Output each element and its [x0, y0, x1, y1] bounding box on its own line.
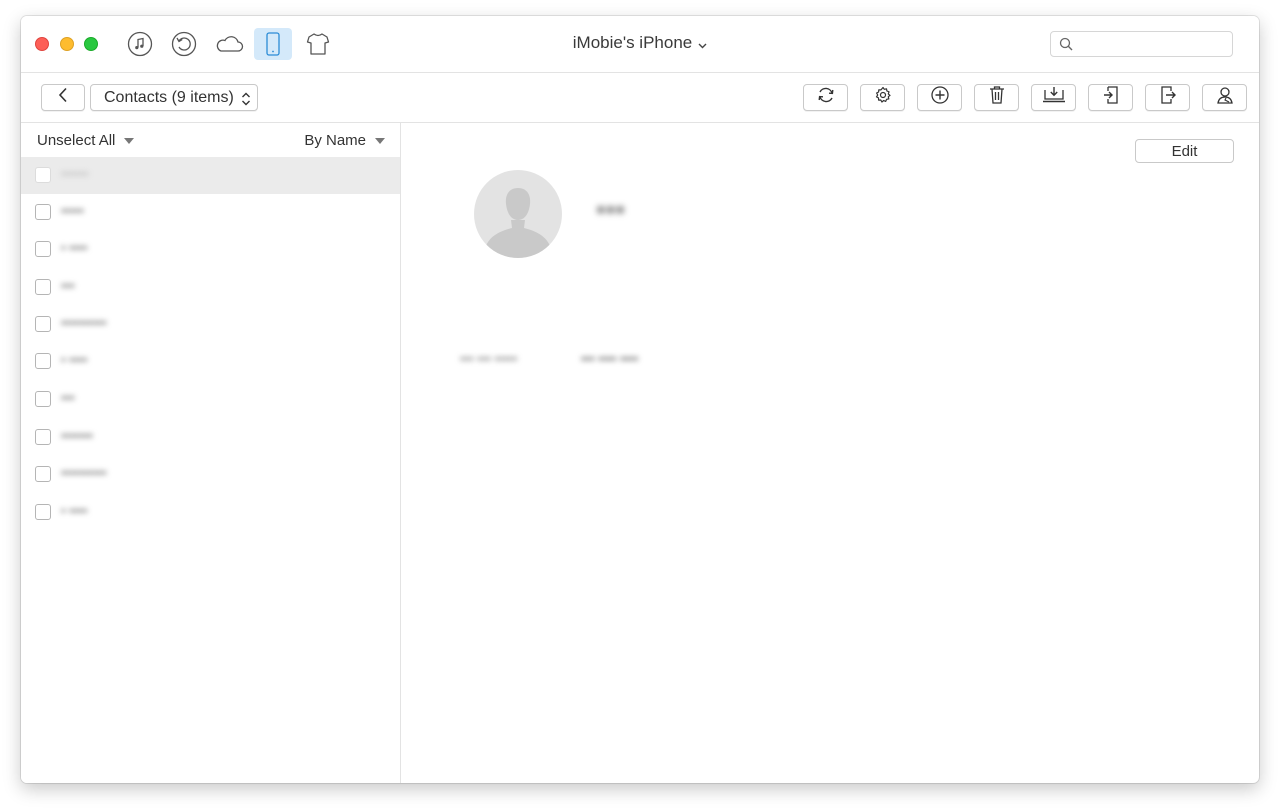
import-icon — [1102, 85, 1120, 110]
category-label: Contacts (9 items) — [104, 88, 234, 106]
contact-row[interactable]: •••••••••• — [21, 456, 400, 493]
import-button[interactable] — [1088, 84, 1133, 111]
contact-name: •••••••••• — [61, 315, 107, 330]
contact-name: ••• — [61, 278, 75, 293]
add-button[interactable] — [917, 84, 962, 111]
contact-row[interactable]: • •••• — [21, 343, 400, 380]
contact-detail-name: ••• — [597, 197, 627, 222]
contact-row[interactable]: • •••• — [21, 494, 400, 531]
edit-label: Edit — [1171, 142, 1198, 160]
contact-button[interactable] — [1202, 84, 1247, 111]
refresh-icon — [816, 85, 836, 110]
row-checkbox[interactable] — [35, 353, 51, 369]
row-checkbox[interactable] — [35, 167, 51, 183]
up-down-chevron-icon — [241, 91, 251, 112]
contact-row[interactable]: •••••• — [21, 157, 400, 194]
contact-icon — [1216, 85, 1234, 110]
row-checkbox[interactable] — [35, 279, 51, 295]
contact-row[interactable]: • •••• — [21, 231, 400, 268]
dropdown-triangle-icon[interactable] — [124, 138, 134, 144]
sort-label: By Name — [304, 132, 366, 149]
edit-button[interactable]: Edit — [1135, 139, 1234, 163]
contact-row[interactable]: ••••••• — [21, 419, 400, 456]
contact-name: • •••• — [61, 352, 88, 367]
contact-name: • •••• — [61, 503, 88, 518]
phone-label: ••• ••• ••••• — [460, 351, 518, 366]
list-header: Unselect All By Name — [21, 123, 400, 157]
chevron-down-icon — [698, 34, 707, 54]
settings-button[interactable] — [860, 84, 905, 111]
device-name: iMobie's iPhone — [572, 33, 693, 52]
download-to-computer-button[interactable] — [1031, 84, 1076, 111]
dropdown-triangle-icon[interactable] — [375, 138, 385, 144]
row-checkbox[interactable] — [35, 391, 51, 407]
row-checkbox[interactable] — [35, 504, 51, 520]
app-window: iMobie's iPhone Contacts (9 items) Unsel… — [21, 16, 1259, 783]
export-button[interactable] — [1145, 84, 1190, 111]
contact-list-pane: Unselect All By Name •••••• ••••• • ••••… — [21, 123, 401, 783]
contact-name: ••• — [61, 390, 75, 405]
delete-button[interactable] — [974, 84, 1019, 111]
search-icon — [1059, 37, 1073, 56]
trash-icon — [988, 85, 1006, 110]
unselect-all-dropdown[interactable]: Unselect All — [37, 132, 115, 149]
chevron-left-icon — [58, 87, 68, 108]
export-icon — [1159, 85, 1177, 110]
contact-name: ••••• — [61, 203, 84, 218]
contact-row[interactable]: ••• — [21, 269, 400, 306]
unselect-all-label: Unselect All — [37, 132, 116, 149]
toolbar: Contacts (9 items) — [21, 73, 1259, 123]
category-select[interactable]: Contacts (9 items) — [90, 84, 258, 111]
contact-name: • •••• — [61, 240, 88, 255]
add-icon — [930, 85, 950, 110]
back-button[interactable] — [41, 84, 85, 111]
download-to-computer-icon — [1042, 86, 1066, 109]
sort-dropdown[interactable]: By Name — [304, 132, 366, 149]
gear-icon — [874, 86, 892, 109]
row-checkbox[interactable] — [35, 316, 51, 332]
phone-value: ••• •••• •••• — [581, 351, 639, 366]
contact-name: •••••••••• — [61, 465, 107, 480]
contact-name: •••••• — [61, 166, 89, 181]
search-field[interactable] — [1050, 31, 1233, 57]
contact-name: ••••••• — [61, 428, 93, 443]
title-bar: iMobie's iPhone — [21, 16, 1259, 73]
search-input[interactable] — [1079, 34, 1231, 56]
contact-row[interactable]: ••• — [21, 381, 400, 418]
contact-detail-pane: Edit ••• ••• ••• ••••• ••• •••• •••• — [401, 123, 1259, 783]
contact-row[interactable]: ••••• — [21, 194, 400, 231]
row-checkbox[interactable] — [35, 466, 51, 482]
refresh-button[interactable] — [803, 84, 848, 111]
avatar — [474, 170, 562, 258]
row-checkbox[interactable] — [35, 204, 51, 220]
person-silhouette-icon — [486, 188, 550, 258]
contact-row[interactable]: •••••••••• — [21, 306, 400, 343]
row-checkbox[interactable] — [35, 429, 51, 445]
row-checkbox[interactable] — [35, 241, 51, 257]
